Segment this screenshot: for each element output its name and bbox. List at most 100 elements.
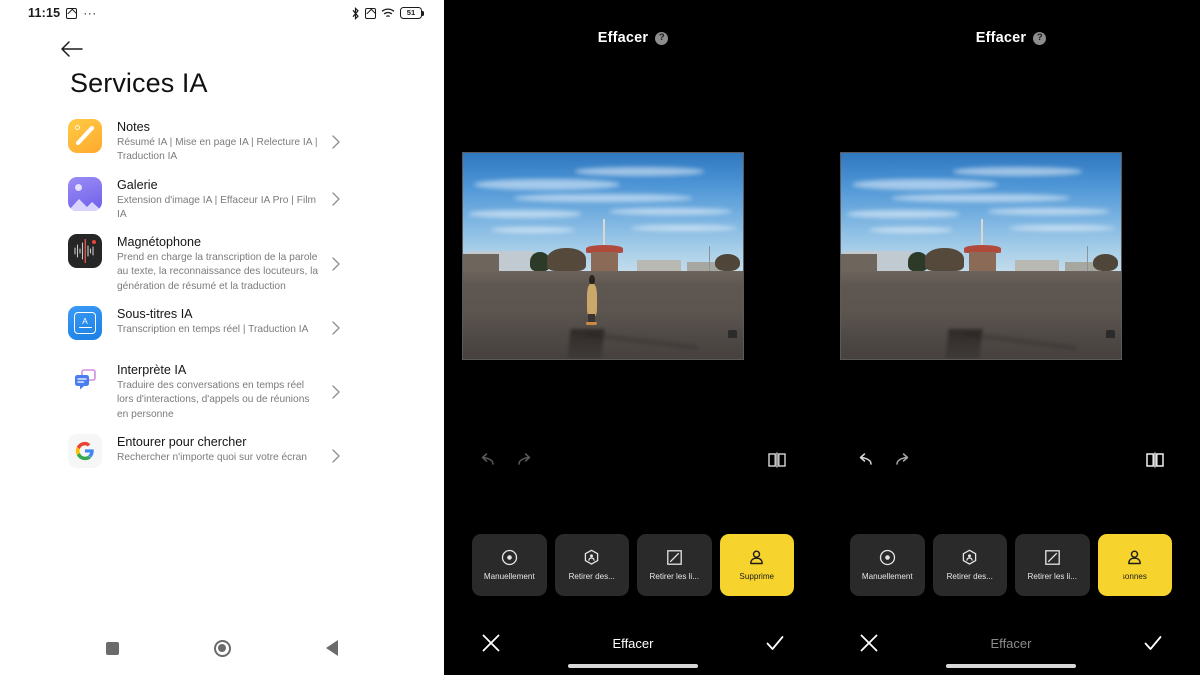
list-item-text: Interprète IA Traduire des conversations…: [114, 362, 444, 422]
status-bar-left: 11:15 ···: [28, 6, 97, 20]
trash-bin: [1105, 330, 1116, 338]
undo-button[interactable]: [850, 443, 884, 477]
list-item-text: Magnétophone Prend en charge la transcri…: [114, 234, 444, 294]
list-item-icon-wrap: [68, 362, 114, 396]
person-icon: [1126, 548, 1143, 567]
vibrate-icon: [66, 7, 78, 19]
list-item-interprete-ia[interactable]: Interprète IA Traduire des conversations…: [0, 356, 444, 428]
list-item-galerie[interactable]: Galerie Extension d'image IA | Effaceur …: [0, 171, 444, 229]
hexagon-person-icon: [583, 548, 600, 567]
notes-app-icon: [68, 119, 102, 153]
photo-canvas-before[interactable]: [462, 152, 744, 360]
tool-retirer-des-personnes[interactable]: Retirer des...: [932, 534, 1007, 596]
tool-label: Retirer les li...: [1027, 572, 1077, 581]
redo-button[interactable]: [506, 443, 540, 477]
trash-bin: [727, 330, 738, 338]
hexagon-person-icon: [961, 548, 978, 567]
editor-tools-before: Manuellement Retirer des... Retirer les …: [444, 534, 822, 596]
list-item-title: Entourer pour chercher: [117, 434, 247, 449]
confirm-button[interactable]: [758, 626, 792, 660]
editor-tools-after: Manuellement Retirer des... Retirer les …: [822, 534, 1200, 596]
list-item-sous-titres-ia[interactable]: A Sous-titres IA Transcription en temps …: [0, 300, 444, 356]
redo-button[interactable]: [884, 443, 918, 477]
list-item-title: Sous-titres IA: [117, 307, 193, 322]
bluetooth-icon: [351, 6, 360, 20]
cancel-button[interactable]: [474, 626, 508, 660]
back-triangle-icon: [326, 640, 338, 656]
tool-supprimer-les-personnes[interactable]: ersonnes: [1097, 534, 1172, 596]
person-subject: [585, 272, 599, 325]
tool-manuellement[interactable]: Manuellement: [850, 534, 925, 596]
chevron-right-icon: [332, 135, 340, 149]
confirm-button[interactable]: [1136, 626, 1170, 660]
list-item-icon-wrap: [68, 234, 114, 269]
chevron-right-icon: [332, 449, 340, 463]
recents-icon: [105, 641, 119, 655]
gallery-app-icon: [68, 176, 102, 211]
tool-label: Retirer des...: [946, 572, 993, 581]
back-arrow-button[interactable]: [60, 34, 106, 64]
list-item-title: Interprète IA: [117, 363, 187, 378]
home-button[interactable]: [167, 628, 277, 668]
list-item-entourer-pour-chercher[interactable]: Entourer pour chercher Rechercher n'impo…: [0, 428, 444, 484]
recorder-app-icon: [68, 234, 102, 269]
recents-button[interactable]: [57, 628, 167, 668]
chevron-right-icon: [332, 192, 340, 207]
square-diagonal-icon: [666, 548, 683, 567]
undo-button[interactable]: [472, 443, 506, 477]
compare-icon: [1146, 452, 1164, 468]
back-button[interactable]: [277, 628, 387, 668]
photo-canvas-after[interactable]: [840, 152, 1122, 360]
square-diagonal-icon: [1044, 548, 1061, 567]
home-indicator: [568, 664, 698, 668]
cancel-button[interactable]: [852, 626, 886, 660]
editor-screen-before: Effacer ? Manuellement Retirer des... Re…: [444, 0, 822, 675]
screenshot-stage: 11:15 ··· 51 Services IA Notes Résumé IA…: [0, 0, 1200, 675]
services-list: Notes Résumé IA | Mise en page IA | Rele…: [0, 113, 444, 484]
editor-action-bar-before: Effacer: [444, 619, 822, 675]
home-icon: [213, 639, 231, 657]
compare-button[interactable]: [760, 443, 794, 477]
help-icon[interactable]: ?: [655, 31, 669, 45]
close-icon: [482, 634, 500, 652]
android-nav-bar: [0, 621, 444, 675]
list-item-icon-wrap: [68, 119, 114, 153]
tool-retirer-des-personnes[interactable]: Retirer des...: [554, 534, 629, 596]
tool-label: Manuellement: [483, 572, 535, 581]
list-item-icon-wrap: [68, 176, 114, 211]
home-indicator: [946, 664, 1076, 668]
circle-dot-icon: [501, 548, 518, 567]
list-item-text: Notes Résumé IA | Mise en page IA | Rele…: [114, 119, 444, 165]
compare-button[interactable]: [1138, 443, 1172, 477]
tool-supprimer-les-personnes[interactable]: Supprime: [719, 534, 794, 596]
list-item-title: Magnétophone: [117, 235, 202, 250]
tool-retirer-les-lignes[interactable]: Retirer les li...: [1015, 534, 1090, 596]
tool-label: Manuellement: [861, 572, 913, 581]
settings-screen: 11:15 ··· 51 Services IA Notes Résumé IA…: [0, 0, 444, 675]
list-item-text: Galerie Extension d'image IA | Effaceur …: [114, 177, 444, 223]
action-label: Effacer: [990, 635, 1032, 651]
list-item-title: Notes: [117, 120, 150, 134]
list-item-notes[interactable]: Notes Résumé IA | Mise en page IA | Rele…: [0, 113, 444, 171]
list-item-subtitle: Extension d'image IA | Effaceur IA Pro |…: [117, 194, 317, 220]
editor-screen-after: Effacer ? Manuellement Retirer des... Re…: [822, 0, 1200, 675]
tool-manuellement[interactable]: Manuellement: [472, 534, 547, 596]
tool-label: ersonnes: [1122, 572, 1147, 581]
help-icon-glyph: ?: [658, 32, 665, 44]
circle-dot-icon: [879, 548, 896, 567]
list-item-subtitle: Rechercher n'importe quoi sur votre écra…: [117, 451, 307, 463]
undo-icon: [859, 453, 872, 465]
list-item-subtitle: Prend en charge la transcription de la p…: [117, 252, 319, 292]
list-item-magnetophone[interactable]: Magnétophone Prend en charge la transcri…: [0, 228, 444, 300]
tool-label: Supprime: [739, 572, 775, 581]
help-icon[interactable]: ?: [1033, 31, 1047, 45]
photo-image: [462, 152, 744, 360]
wifi-icon: [381, 7, 395, 19]
editor-title: Effacer: [975, 30, 1027, 46]
person-icon: [748, 548, 765, 567]
status-bar: 11:15 ··· 51: [0, 0, 444, 26]
tool-retirer-les-lignes[interactable]: Retirer les li...: [637, 534, 712, 596]
ground-region: [841, 271, 1121, 359]
editor-header: Effacer ?: [444, 0, 822, 76]
battery-level: 51: [406, 8, 416, 18]
